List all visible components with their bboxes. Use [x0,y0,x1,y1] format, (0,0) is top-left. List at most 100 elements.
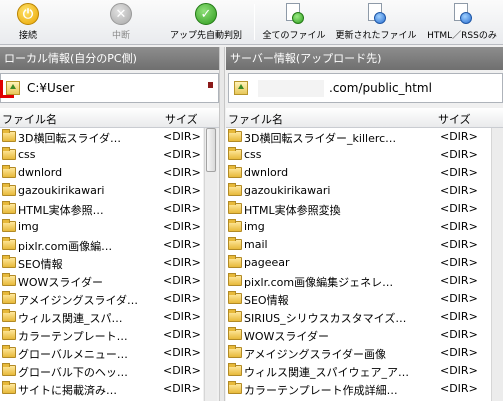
folder-icon [228,273,242,286]
file-size: <DIR> [440,346,478,359]
folder-icon [228,165,242,178]
updated-files-label: 更新されたファイル [335,31,417,41]
server-path-input[interactable]: .com/public_html [329,81,432,95]
folder-icon [228,255,242,268]
folder-icon [228,309,242,322]
list-item[interactable]: HTML実体参照変換 <DIR> [226,200,491,217]
list-item[interactable]: カラーテンプレート… <DIR> [0,326,203,343]
file-size: <DIR> [440,166,478,179]
file-size: <DIR> [440,364,478,377]
html-rss-button[interactable]: HTML／RSSのみ [423,0,501,45]
toolbar: ⏻ 接続 ✕ 中断 ✓ アップ先自動判別 全てのファイル 更新されたファイル H… [0,0,503,45]
file-size: <DIR> [163,274,201,287]
list-item[interactable]: SEO情報 <DIR> [226,290,491,307]
list-item[interactable]: SIRIUS_シリウスカスタマイズ… <DIR> [226,308,491,325]
file-name: WOWスライダー [244,330,329,343]
local-file-list[interactable]: 3D横回転スライダ… <DIR> css <DIR> dwnlord <DIR> gazou… [0,128,203,401]
folder-icon [2,129,16,142]
server-scrollbar[interactable] [491,128,503,401]
list-item[interactable]: アメイジングスライダー画像 <DIR> [226,344,491,361]
local-scrollbar[interactable] [204,128,217,401]
list-item[interactable]: ウィルス関連_スパ… <DIR> [0,308,203,325]
list-item[interactable]: WOWスライダー <DIR> [226,326,491,343]
file-name: 3D横回転スライダ… [18,132,122,145]
file-size: <DIR> [440,184,478,197]
stop-button[interactable]: ✕ 中断 [107,0,135,45]
connect-button[interactable]: ⏻ 接続 [14,0,42,45]
list-item[interactable]: css <DIR> [226,146,491,163]
list-item[interactable]: img <DIR> [0,218,203,235]
list-item[interactable]: ウィルス関連_スパイウェア_ア… <DIR> [226,362,491,379]
file-size: <DIR> [163,148,201,161]
file-size: <DIR> [163,364,201,377]
list-item[interactable]: HTML実体参照… <DIR> [0,200,203,217]
file-name: HTML実体参照変換 [244,204,341,217]
file-name: カラーテンプレート作成詳細… [244,384,398,397]
toolbar-separator [254,4,255,40]
file-name: アメイジングスライダ… [18,294,139,307]
file-name: サイトに掲載済み… [18,384,117,397]
server-list-header: ファイル名 サイズ [226,108,503,128]
html-rss-label: HTML／RSSのみ [427,31,497,41]
list-item[interactable]: カラーテンプレート作成詳細… <DIR> [226,380,491,397]
file-name: グローバルメニュー… [18,348,128,361]
server-parent-folder-icon[interactable] [234,81,248,95]
file-name: グローバル下のヘッ… [18,366,128,379]
file-name: SEO情報 [244,294,289,307]
list-item[interactable]: 3D横回転スライダー_killerc… <DIR> [226,128,491,145]
local-path-input[interactable]: C:¥User [27,81,74,95]
all-files-button[interactable]: 全てのファイル [262,0,326,45]
list-item[interactable]: css <DIR> [0,146,203,163]
list-item[interactable]: mail <DIR> [226,236,491,253]
local-col-size[interactable]: サイズ [165,111,198,127]
file-name: カラーテンプレート… [18,330,128,343]
list-item[interactable]: 3D横回転スライダ… <DIR> [0,128,203,145]
file-name: dwnlord [244,166,289,179]
list-item[interactable]: グローバル下のヘッ… <DIR> [0,362,203,379]
server-file-list[interactable]: 3D横回転スライダー_killerc… <DIR> css <DIR> dwnlord <… [226,128,491,401]
folder-icon [2,183,16,196]
folder-icon [228,201,242,214]
file-size: <DIR> [163,166,201,179]
list-item[interactable]: dwnlord <DIR> [226,164,491,181]
html-rss-icon [452,3,472,25]
list-item[interactable]: pixlr.com画像編集ジェネレ… <DIR> [226,272,491,289]
auto-detect-button[interactable]: ✓ アップ先自動判別 [164,0,248,45]
list-item[interactable]: グローバルメニュー… <DIR> [0,344,203,361]
file-size: <DIR> [440,382,478,395]
dropdown-icon[interactable] [208,82,213,88]
local-scrollbar-thumb[interactable] [206,128,216,172]
all-files-icon [284,3,304,25]
folder-icon [2,327,16,340]
local-col-name[interactable]: ファイル名 [2,111,57,127]
red-annotation-mark [0,80,14,98]
file-name: css [244,148,262,161]
list-item[interactable]: pixlr.com画像編… <DIR> [0,236,203,253]
folder-icon [2,237,16,250]
server-col-name[interactable]: ファイル名 [228,111,283,127]
list-item[interactable]: サイトに掲載済み… <DIR> [0,380,203,397]
list-item[interactable]: WOWスライダー <DIR> [0,272,203,289]
local-list-header: ファイル名 サイズ [0,108,219,128]
list-item[interactable]: アメイジングスライダ… <DIR> [0,290,203,307]
panel-splitter[interactable] [219,47,225,401]
file-size: <DIR> [440,292,478,305]
server-col-size[interactable]: サイズ [438,111,471,127]
file-name: アメイジングスライダー画像 [244,348,387,361]
file-size: <DIR> [163,292,201,305]
list-item[interactable]: gazoukirikawari <DIR> [0,182,203,199]
file-name: pixlr.com画像編集ジェネレ… [244,276,394,289]
file-name: pageear [244,256,290,269]
folder-icon [2,273,16,286]
list-item[interactable]: SEO情報 <DIR> [0,254,203,271]
file-name: 3D横回転スライダー_killerc… [244,132,397,145]
file-size: <DIR> [163,202,201,215]
file-size: <DIR> [163,346,201,359]
list-item[interactable]: img <DIR> [226,218,491,235]
list-item[interactable]: pageear <DIR> [226,254,491,271]
updated-files-button[interactable]: 更新されたファイル [334,0,418,45]
list-item[interactable]: dwnlord <DIR> [0,164,203,181]
file-size: <DIR> [440,238,478,251]
local-path-bar[interactable]: C:¥User [0,73,219,103]
list-item[interactable]: gazoukirikawari <DIR> [226,182,491,199]
